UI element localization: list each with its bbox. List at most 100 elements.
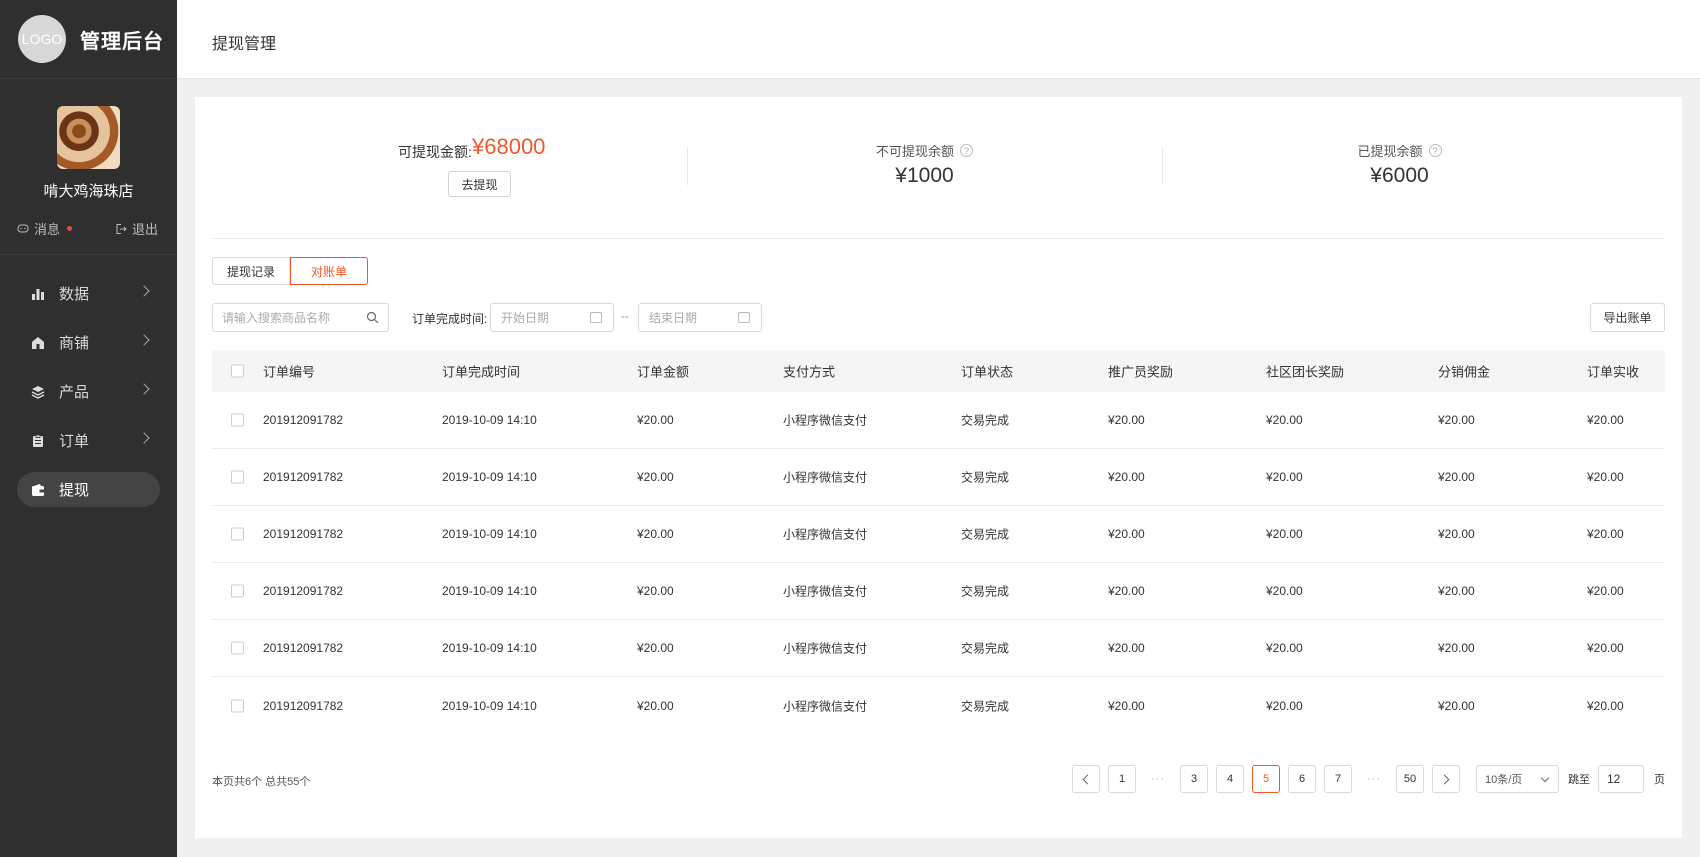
sidebar-item-label: 提现 bbox=[59, 482, 90, 499]
shop-name: 啃大鸡海珠店 bbox=[43, 183, 134, 200]
payment-method-cell: 小程序微信支付 bbox=[783, 527, 868, 542]
commission-cell: ¥20.00 bbox=[1438, 698, 1475, 713]
sidebar-item-data[interactable]: 数据 bbox=[17, 276, 160, 311]
table-row: 201912091782 2019-10-09 14:10 ¥20.00 小程序微信支… bbox=[212, 506, 1665, 563]
prev-page-button[interactable] bbox=[1072, 765, 1100, 793]
row-checkbox[interactable] bbox=[231, 413, 244, 427]
completed-time-cell: 2019-10-09 14:10 bbox=[442, 413, 537, 427]
balance-summary: 可提现金额: ¥68000 去提现 不可提现余额 ? ¥1000 已提现余额 ?… bbox=[212, 97, 1665, 239]
tab-statement[interactable]: 对账单 bbox=[290, 257, 368, 285]
row-checkbox[interactable] bbox=[231, 699, 244, 712]
received-cell: ¥20.00 bbox=[1587, 470, 1624, 484]
search-placeholder: 请输入搜索商品名称 bbox=[222, 311, 331, 325]
filter-bar: 请输入搜索商品名称 订单完成时间: 开始日期 -- 结束日期 导出账单 bbox=[212, 303, 1665, 333]
order-status-cell: 交易完成 bbox=[961, 584, 1010, 599]
date-separator: -- bbox=[621, 309, 629, 323]
messages-label: 消息 bbox=[34, 222, 61, 237]
payment-method-cell: 小程序微信支付 bbox=[783, 641, 868, 656]
top-bar: 提现管理 bbox=[177, 0, 1700, 79]
row-checkbox[interactable] bbox=[231, 527, 244, 541]
sidebar-item-withdraw[interactable]: 提现 bbox=[17, 472, 160, 507]
chevron-right-icon bbox=[138, 432, 150, 444]
next-page-button[interactable] bbox=[1432, 765, 1460, 793]
leader-reward-cell: ¥20.00 bbox=[1266, 470, 1303, 484]
page-button-current[interactable]: 5 bbox=[1252, 765, 1280, 793]
select-all-checkbox[interactable] bbox=[231, 364, 244, 378]
page-button[interactable]: 7 bbox=[1324, 765, 1352, 793]
available-label: 可提现金额: bbox=[398, 144, 472, 160]
row-checkbox[interactable] bbox=[231, 641, 244, 655]
withdraw-card: 可提现金额: ¥68000 去提现 不可提现余额 ? ¥1000 已提现余额 ?… bbox=[195, 97, 1682, 838]
available-amount: ¥68000 bbox=[472, 134, 546, 159]
help-icon[interactable]: ? bbox=[1428, 144, 1442, 157]
order-id-cell: 201912091782 bbox=[263, 584, 344, 598]
order-id-cell: 201912091782 bbox=[263, 413, 344, 427]
payment-method-cell: 小程序微信支付 bbox=[783, 470, 868, 485]
column-header: 订单实收 bbox=[1587, 364, 1640, 380]
wallet-icon bbox=[31, 483, 45, 497]
sidebar-item-store[interactable]: 商铺 bbox=[17, 325, 160, 360]
promoter-reward-cell: ¥20.00 bbox=[1108, 470, 1145, 484]
page-button[interactable]: 6 bbox=[1288, 765, 1316, 793]
search-input[interactable]: 请输入搜索商品名称 bbox=[212, 303, 389, 332]
statement-table: 订单编号 订单完成时间 订单金额 支付方式 订单状态 推广员奖励 社区团长奖励 … bbox=[212, 350, 1665, 734]
completed-time-cell: 2019-10-09 14:10 bbox=[442, 527, 537, 541]
export-button[interactable]: 导出账单 bbox=[1590, 303, 1665, 332]
chevron-down-icon bbox=[1540, 773, 1550, 783]
jump-page-input[interactable]: 12 bbox=[1598, 765, 1644, 793]
page-ellipsis[interactable]: ··· bbox=[1360, 765, 1388, 793]
page-size-select[interactable]: 10条/页 bbox=[1476, 765, 1559, 793]
locked-balance: 不可提现余额 ? ¥1000 bbox=[687, 97, 1162, 239]
start-date-placeholder: 开始日期 bbox=[501, 311, 550, 325]
row-checkbox[interactable] bbox=[231, 584, 244, 598]
page-button[interactable]: 4 bbox=[1216, 765, 1244, 793]
page-info: 本页共6个 总共55个 bbox=[212, 776, 311, 788]
order-status-cell: 交易完成 bbox=[961, 413, 1010, 428]
bar-chart-icon bbox=[31, 287, 45, 301]
start-date-field[interactable]: 开始日期 bbox=[490, 303, 614, 332]
row-checkbox[interactable] bbox=[231, 470, 244, 484]
withdraw-button[interactable]: 去提现 bbox=[448, 171, 511, 197]
promoter-reward-cell: ¥20.00 bbox=[1108, 527, 1145, 541]
unread-dot bbox=[67, 226, 73, 231]
tab-withdraw-records[interactable]: 提现记录 bbox=[212, 257, 290, 285]
sidebar: LOGO 管理后台 啃大鸡海珠店 消息 退出 数据 商铺 产品 订单 提现 bbox=[0, 0, 177, 857]
promoter-reward-cell: ¥20.00 bbox=[1108, 413, 1145, 427]
order-id-cell: 201912091782 bbox=[263, 641, 344, 655]
end-date-field[interactable]: 结束日期 bbox=[638, 303, 762, 332]
logout-label: 退出 bbox=[132, 222, 159, 237]
chevron-right-icon bbox=[138, 334, 150, 346]
logout-link[interactable]: 退出 bbox=[115, 219, 158, 238]
withdrawn-balance: 已提现余额 ? ¥6000 bbox=[1162, 97, 1637, 239]
messages-link[interactable]: 消息 bbox=[17, 219, 73, 238]
promoter-reward-cell: ¥20.00 bbox=[1108, 698, 1145, 713]
page-button[interactable]: 3 bbox=[1180, 765, 1208, 793]
page-size-value: 10条/页 bbox=[1485, 774, 1523, 786]
table-row: 201912091782 2019-10-09 14:10 ¥20.00 小程序微信支… bbox=[212, 563, 1665, 620]
shop-avatar[interactable] bbox=[57, 106, 120, 169]
order-status-cell: 交易完成 bbox=[961, 641, 1010, 656]
layers-icon bbox=[31, 385, 45, 399]
commission-cell: ¥20.00 bbox=[1438, 413, 1475, 427]
sidebar-item-label: 订单 bbox=[59, 433, 90, 450]
help-icon[interactable]: ? bbox=[960, 144, 973, 157]
chevron-right-icon bbox=[138, 383, 150, 395]
sidebar-item-product[interactable]: 产品 bbox=[17, 374, 160, 409]
message-icon bbox=[17, 224, 29, 232]
order-status-cell: 交易完成 bbox=[961, 527, 1010, 542]
calendar-icon bbox=[738, 312, 750, 323]
sidebar-item-orders[interactable]: 订单 bbox=[17, 423, 160, 458]
order-amount-cell: ¥20.00 bbox=[637, 698, 674, 713]
search-icon[interactable] bbox=[366, 311, 379, 324]
pagination-bar: 本页共6个 总共55个 1 ··· 3 4 5 6 7 ··· 50 10条/页… bbox=[212, 765, 1665, 795]
date-filter-label: 订单完成时间: bbox=[412, 312, 488, 326]
received-cell: ¥20.00 bbox=[1587, 527, 1624, 541]
page-button[interactable]: 50 bbox=[1396, 765, 1424, 793]
order-status-cell: 交易完成 bbox=[961, 699, 1010, 713]
page-ellipsis[interactable]: ··· bbox=[1144, 765, 1172, 793]
leader-reward-cell: ¥20.00 bbox=[1266, 698, 1303, 713]
payment-method-cell: 小程序微信支付 bbox=[783, 699, 868, 713]
page-button[interactable]: 1 bbox=[1108, 765, 1136, 793]
payment-method-cell: 小程序微信支付 bbox=[783, 413, 868, 428]
commission-cell: ¥20.00 bbox=[1438, 470, 1475, 484]
